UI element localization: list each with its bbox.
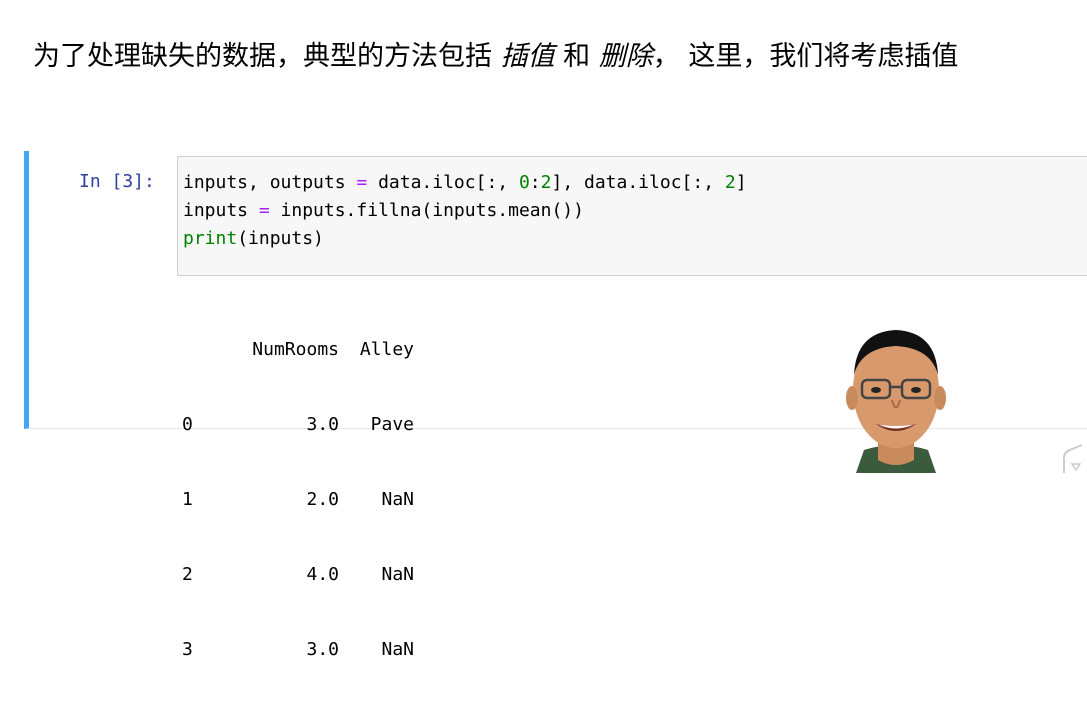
presenter-video xyxy=(846,330,946,473)
input-prompt: In [3]: xyxy=(79,171,155,192)
cell-value: Pave xyxy=(370,414,414,435)
term-interpolation: 插值 xyxy=(500,41,555,72)
code-block[interactable]: inputs, outputs = data.iloc[:, 0:2], dat… xyxy=(183,169,747,253)
markdown-part-3: ， 这里，我们将考虑插值 xyxy=(652,41,959,72)
row-index: 0 xyxy=(182,414,193,435)
cell-value: NaN xyxy=(381,489,414,510)
code-editor[interactable]: inputs, outputs = data.iloc[:, 0:2], dat… xyxy=(177,156,1087,276)
term-deletion: 删除 xyxy=(598,41,653,72)
column-header-numrooms: NumRooms xyxy=(252,339,339,360)
column-header-alley: Alley xyxy=(359,339,414,360)
row-index: 3 xyxy=(182,639,193,660)
cell-output: NumRooms Alley 0 3.0 Pave 1 2.0 NaN 2 4.0 NaN 3… xyxy=(182,287,414,712)
markdown-text: 为了处理缺失的数据，典型的方法包括 插值 和 删除， 这里，我们将考虑插值 xyxy=(33,38,1073,76)
row-index: 1 xyxy=(182,489,193,510)
cell-value: NaN xyxy=(381,564,414,585)
output-row: 3 3.0 NaN xyxy=(182,637,414,662)
cell-value: 3.0 xyxy=(306,414,339,435)
output-row: 0 3.0 Pave xyxy=(182,412,414,437)
output-row: 2 4.0 NaN xyxy=(182,562,414,587)
cell-value: 2.0 xyxy=(306,489,339,510)
markdown-part-1: 为了处理缺失的数据，典型的方法包括 xyxy=(33,41,501,72)
corner-icon xyxy=(1063,444,1083,473)
cell-value: 3.0 xyxy=(306,639,339,660)
code-line-3: print(inputs) xyxy=(183,228,324,249)
cell-value: 4.0 xyxy=(306,564,339,585)
output-row: 1 2.0 NaN xyxy=(182,487,414,512)
row-index: 2 xyxy=(182,564,193,585)
code-line-2: inputs = inputs.fillna(inputs.mean()) xyxy=(183,200,584,221)
code-line-1: inputs, outputs = data.iloc[:, 0:2], dat… xyxy=(183,172,747,193)
markdown-part-2: 和 xyxy=(554,41,599,72)
cell-value: NaN xyxy=(381,639,414,660)
output-header-row: NumRooms Alley xyxy=(182,337,414,362)
